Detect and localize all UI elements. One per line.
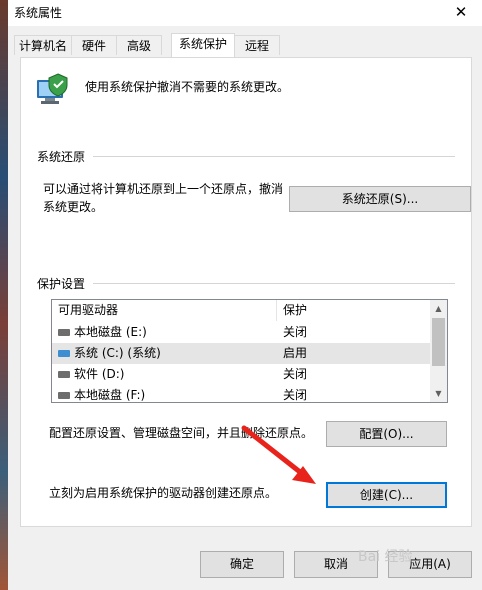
drive-name: 本地磁盘 (F:) [74, 388, 146, 402]
tab-advanced[interactable]: 高级 [116, 35, 162, 55]
drive-icon [58, 371, 70, 378]
configure-description: 配置还原设置、管理磁盘空间，并且删除还原点。 [49, 426, 314, 440]
drive-list[interactable]: 可用驱动器 保护 本地磁盘 (E:) 关闭 系统 (C:) (系统) 启用 软件… [51, 299, 448, 403]
table-row[interactable]: 软件 (D:) 关闭 [52, 364, 432, 385]
protection-status: 关闭 [283, 388, 308, 402]
divider [93, 283, 455, 284]
protection-group-label: 保护设置 [37, 277, 86, 291]
create-description: 立刻为启用系统保护的驱动器创建还原点。 [49, 486, 278, 500]
restore-description-line1: 可以通过将计算机还原到上一个还原点，撤消 [43, 182, 284, 196]
system-restore-button[interactable]: 系统还原(S)... [289, 186, 471, 212]
vertical-scrollbar[interactable]: ▲ ▼ [430, 300, 447, 402]
system-protection-panel: 使用系统保护撤消不需要的系统更改。 系统还原 可以通过将计算机还原到上一个还原点… [20, 57, 472, 527]
restore-group-label: 系统还原 [37, 150, 86, 164]
column-header-drive[interactable]: 可用驱动器 [58, 300, 118, 321]
table-row[interactable]: 系统 (C:) (系统) 启用 [52, 343, 432, 364]
intro-text: 使用系统保护撤消不需要的系统更改。 [85, 80, 290, 94]
create-button[interactable]: 创建(C)... [326, 482, 447, 508]
drive-icon [58, 392, 70, 399]
column-header-protection[interactable]: 保护 [283, 300, 307, 321]
protection-status: 关闭 [283, 325, 308, 339]
drive-name: 软件 (D:) [74, 367, 125, 381]
system-properties-window: 系统属性 ✕ 计算机名 硬件 高级 系统保护 远程 使用系统保护撤消不需要的系统… [8, 0, 482, 590]
tab-computer-name[interactable]: 计算机名 [14, 35, 72, 55]
restore-description-line2: 系统更改。 [43, 200, 104, 214]
divider [93, 156, 455, 157]
protection-status: 关闭 [283, 367, 308, 381]
column-separator[interactable] [276, 300, 277, 321]
close-icon[interactable]: ✕ [446, 0, 476, 26]
scroll-up-icon[interactable]: ▲ [430, 300, 447, 317]
tab-hardware[interactable]: 硬件 [71, 35, 117, 55]
table-row[interactable]: 本地磁盘 (F:) 关闭 [52, 385, 432, 402]
computer-shield-icon [37, 73, 68, 104]
drive-icon [58, 329, 70, 336]
ok-button[interactable]: 确定 [200, 551, 284, 578]
system-drive-icon [58, 350, 70, 357]
tab-remote[interactable]: 远程 [234, 35, 280, 55]
drive-name: 本地磁盘 (E:) [74, 325, 147, 339]
scroll-down-icon[interactable]: ▼ [430, 385, 447, 402]
configure-button[interactable]: 配置(O)... [326, 421, 447, 447]
window-title: 系统属性 [14, 6, 63, 20]
tab-system-protection[interactable]: 系统保护 [171, 33, 235, 57]
scrollbar-thumb[interactable] [432, 318, 445, 366]
protection-status: 启用 [283, 346, 308, 360]
table-row[interactable]: 本地磁盘 (E:) 关闭 [52, 322, 432, 343]
title-bar: 系统属性 ✕ [8, 0, 482, 26]
watermark: Bai 经验 [358, 549, 413, 565]
drive-name: 系统 (C:) (系统) [74, 346, 161, 360]
